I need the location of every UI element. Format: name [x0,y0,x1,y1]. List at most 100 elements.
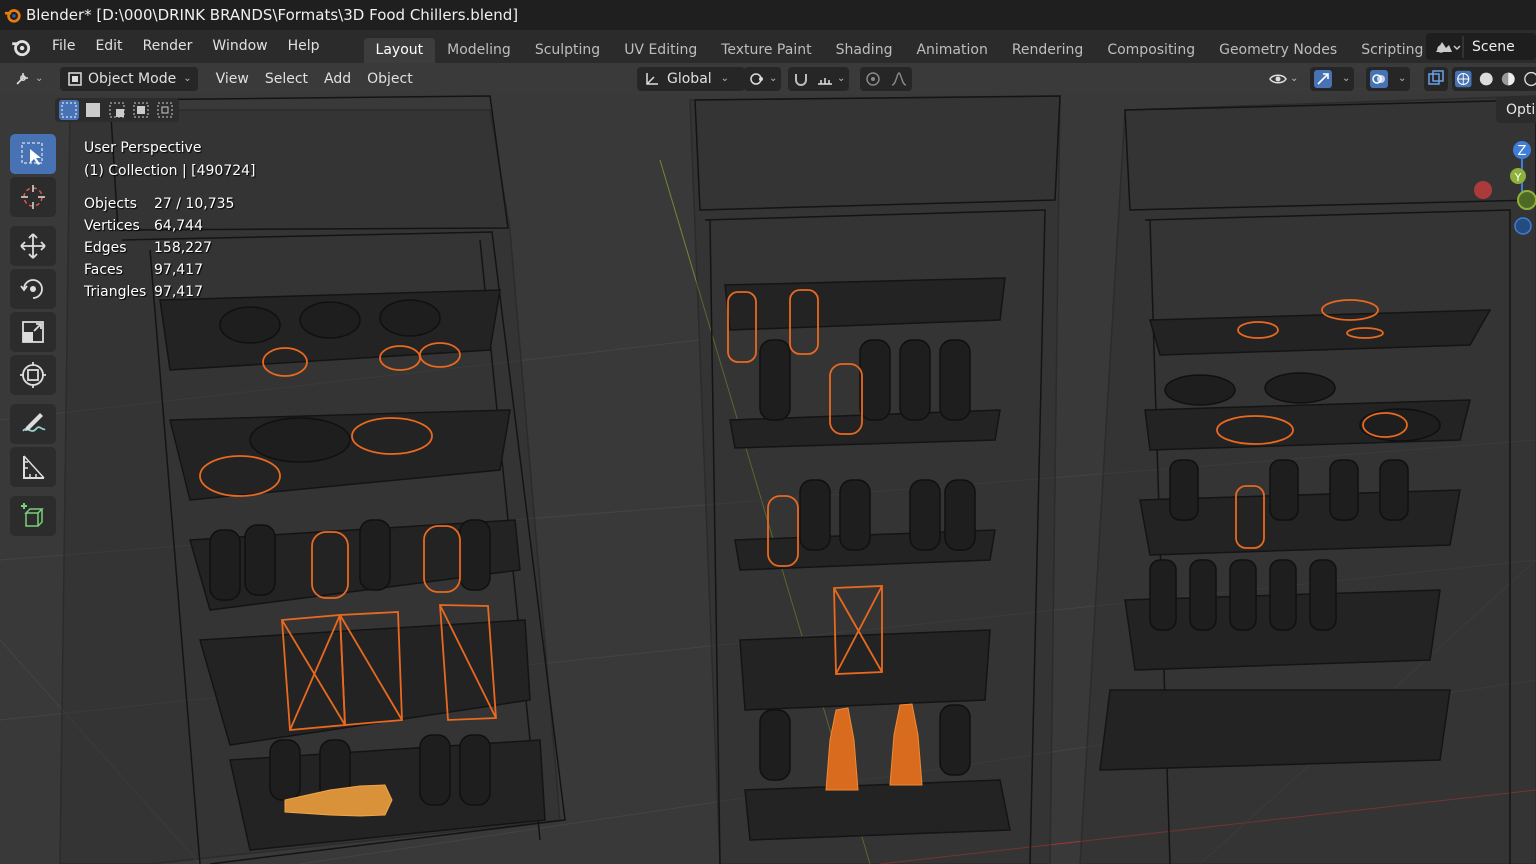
rotate-icon [20,279,43,299]
svg-text:Y: Y [1514,171,1522,184]
navigation-gizmo[interactable]: Z Y [1470,135,1536,245]
chevron-down-icon: ⌄ [183,73,192,84]
tab-compositing[interactable]: Compositing [1095,38,1207,63]
stat-value: 64,744 [154,218,203,234]
transform-orientation-dropdown[interactable]: Global ⌄ [637,66,745,91]
viewport-header: ⌄ Object Mode ⌄ View Select Add Object G… [0,63,1536,94]
add-cube-icon [21,503,44,527]
gizmo-neg-y-icon[interactable] [1517,190,1536,210]
view-name: User Perspective [84,140,202,156]
shading-modes[interactable] [1452,66,1536,91]
viewport-menu-view[interactable]: View [208,71,257,87]
tab-geometry-nodes[interactable]: Geometry Nodes [1207,38,1349,63]
viewport-menu-object[interactable]: Object [359,71,421,87]
chevron-down-icon: ⌄ [1290,73,1299,84]
workspace-tabs: Layout Modeling Sculpting UV Editing Tex… [363,30,1436,63]
select-new-icon[interactable] [59,100,79,120]
xray-icon [1428,69,1444,85]
snap-icon [795,73,807,86]
select-mode-buttons [55,98,179,122]
eye-icon [1269,74,1287,83]
gizmo-x-axis-icon[interactable] [1474,181,1492,199]
tab-rendering[interactable]: Rendering [1000,38,1096,63]
annotate-icon [22,413,46,432]
snap-group[interactable]: ⌄ [788,66,850,91]
title-bar: Blender* [D:\000\DRINK BRANDS\Formats\3D… [0,0,1536,30]
menu-file[interactable]: File [42,30,85,63]
chevron-down-icon: ⌄ [1342,73,1351,84]
chevron-down-icon: ⌄ [35,73,44,84]
measure-tool[interactable] [10,447,56,487]
move-tool[interactable] [10,226,56,266]
stat-row: Vertices 64,744 [84,215,256,237]
scene-name: Scene [1472,38,1515,55]
falloff-icon [891,71,907,86]
chiller-center[interactable] [689,95,1061,864]
top-bar: File Edit Render Window Help Layout Mode… [0,30,1536,63]
gizmo-neg-z-icon[interactable] [1514,217,1532,235]
move-icon [20,233,46,259]
stat-value: 97,417 [154,262,203,278]
annotate-tool[interactable] [10,404,56,444]
select-extend-icon[interactable] [83,100,103,120]
viewport-overlay-info: User Perspective (1) Collection | [49072… [84,137,256,303]
viewport-menu-add[interactable]: Add [316,71,359,87]
visibility-dropdown[interactable]: ⌄ [1265,67,1302,91]
tab-shading[interactable]: Shading [824,38,905,63]
transform-tool[interactable] [10,355,56,395]
tab-uv-editing[interactable]: UV Editing [612,38,709,63]
select-invert-icon[interactable] [131,100,151,120]
rotate-tool[interactable] [10,269,56,309]
chevron-down-icon: ⌄ [720,73,730,84]
add-cube-tool[interactable] [10,496,56,536]
select-box-icon [21,142,43,165]
xray-toggle[interactable] [1424,66,1448,91]
select-subtract-icon[interactable] [107,100,127,120]
tab-scripting[interactable]: Scripting [1349,38,1435,63]
tab-sculpting[interactable]: Sculpting [523,38,612,63]
tab-modeling[interactable]: Modeling [435,38,523,63]
rendered-shading-icon[interactable] [1523,70,1536,88]
scene-divider [1462,35,1464,58]
select-box-tool[interactable] [10,134,56,174]
window-title: Blender* [D:\000\DRINK BRANDS\Formats\3D… [26,6,519,24]
cursor-icon [21,185,45,209]
collection-info: (1) Collection | [490724] [84,163,256,179]
orientation-label: Global [667,70,712,87]
stat-value: 97,417 [154,284,203,300]
stat-label: Faces [84,262,123,278]
tab-layout[interactable]: Layout [363,38,436,63]
blender-menu-icon[interactable] [10,36,32,58]
editor-type-button[interactable]: ⌄ [14,67,50,91]
chiller-right[interactable] [1079,95,1536,864]
stat-label: Objects [84,196,137,212]
menu-edit[interactable]: Edit [85,30,132,63]
options-button[interactable]: Optio [1496,97,1536,123]
stat-row: Triangles 97,417 [84,281,256,303]
tab-animation[interactable]: Animation [904,38,999,63]
solid-shading-icon[interactable] [1478,70,1495,88]
wireframe-shading-icon[interactable] [1455,70,1472,88]
tab-texture-paint[interactable]: Texture Paint [709,38,823,63]
object-mode-icon [68,71,82,86]
transform-icon [20,362,46,388]
stat-value: 27 / 10,735 [154,196,235,212]
menu-help[interactable]: Help [278,30,330,63]
overlays-toggle[interactable]: ⌄ [1366,66,1411,91]
select-intersect-icon[interactable] [155,100,175,120]
pivot-dropdown[interactable]: ⌄ [744,66,782,91]
orientation-icon [646,72,658,85]
editor-type-icon [16,72,28,85]
menu-render[interactable]: Render [133,30,203,63]
scene-selector[interactable]: Scene [1426,33,1536,60]
proportional-edit-group[interactable] [860,66,912,91]
mode-dropdown[interactable]: Object Mode ⌄ [60,66,198,91]
cursor-tool[interactable] [10,177,56,217]
menu-window[interactable]: Window [202,30,277,63]
proportional-edit-icon [866,71,880,86]
gizmo-toggle[interactable]: ⌄ [1310,66,1355,91]
viewport-menu-select[interactable]: Select [257,71,316,87]
material-shading-icon[interactable] [1500,70,1517,88]
scale-tool[interactable] [10,312,56,352]
stat-label: Edges [84,240,127,256]
